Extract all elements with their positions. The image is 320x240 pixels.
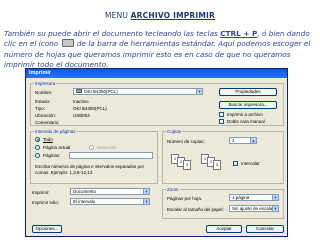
page-range-group-label: Intervalo de páginas (34, 129, 77, 134)
page-title: MENU ARCHIVO IMPRIMIR (104, 11, 216, 20)
chevron-down-icon: ▼ (272, 195, 278, 200)
print-only-label: Imprimir sólo: (32, 200, 60, 205)
range-hint: Escriba números de página e intervalos s… (35, 164, 145, 175)
copies-count-stepper[interactable]: 1 ▲ (229, 137, 257, 144)
dialog-title: Imprimir (26, 69, 287, 78)
printer-type-value: OKI B4350(PCL) (73, 106, 107, 111)
printer-location-value: USB004 (73, 113, 90, 118)
printer-type-label: Tipo: (35, 106, 45, 111)
print-to-file-checkbox[interactable] (219, 112, 224, 117)
chevron-down-icon: ▼ (143, 189, 149, 194)
scale-to-paper-select[interactable]: Sin ajuste de escala ▼ (229, 205, 279, 212)
printer-icon (76, 89, 82, 93)
printer-comment-label: Comentario: (35, 120, 60, 125)
range-all-radio[interactable] (35, 137, 40, 142)
chevron-down-icon: ▼ (143, 199, 149, 204)
print-what-select[interactable]: Documento ▼ (70, 188, 150, 195)
zoom-group-label: Zoom (166, 187, 180, 192)
pages-per-sheet-label: Páginas por hoja: (167, 196, 203, 201)
collate-page-icon: 3 (213, 160, 221, 170)
printer-name-label: Nombre: (35, 90, 53, 95)
copies-count-label: Número de copias: (167, 139, 205, 144)
find-printer-button[interactable]: Buscar impresora... (219, 101, 277, 109)
print-only-select[interactable]: El intervalo ▼ (70, 198, 150, 205)
stepper-arrows-icon: ▲ (250, 138, 256, 143)
range-all-label: Todo (43, 137, 53, 142)
copies-group: Copias Número de copias: 1 ▲ 1 2 3 1 2 3 … (162, 129, 284, 184)
pages-input[interactable] (69, 152, 153, 159)
ok-button[interactable]: Aceptar (206, 225, 242, 233)
keyboard-shortcut: CTRL + P (220, 29, 258, 38)
copies-group-label: Copias (166, 129, 183, 134)
printer-status-label: Estado: (35, 99, 51, 104)
scale-to-paper-label: Escalar al tamaño del papel: (167, 207, 224, 212)
printer-select[interactable]: OKI B4350(PCL) ▼ (73, 88, 203, 95)
collate-label: Intercalar (241, 161, 260, 166)
collate-checkbox[interactable]: ✓ (233, 161, 238, 166)
intro-paragraph: También su puede abrir el documento tecl… (4, 29, 311, 70)
range-current-label: Página actual (43, 145, 71, 150)
manual-duplex-checkbox[interactable] (219, 119, 224, 124)
properties-button[interactable]: Propiedades (219, 88, 277, 96)
cancel-button[interactable]: Cancelar (246, 225, 284, 233)
options-button[interactable]: Opciones... (32, 225, 62, 233)
range-pages-radio[interactable] (35, 153, 40, 158)
print-dialog: Imprimir Impresora Nombre: OKI B4350(PCL… (25, 68, 288, 237)
print-to-file-label: Imprimir a archivo (227, 112, 263, 117)
manual-duplex-label: Doble cara manual (227, 119, 265, 124)
printer-location-label: Ubicación: (35, 113, 57, 118)
range-selection-label: Selección (97, 145, 117, 150)
pages-per-sheet-select[interactable]: 1 página ▼ (229, 194, 279, 201)
printer-group: Impresora Nombre: OKI B4350(PCL) ▼ Estado… (30, 81, 284, 126)
zoom-group: Zoom Páginas por hoja: 1 página ▼ Escalar… (162, 187, 284, 219)
print-what-label: Imprimir: (32, 190, 50, 195)
page-range-group: Intervalo de páginas Todo Página actual … (30, 129, 158, 184)
range-current-radio[interactable] (35, 145, 40, 150)
printer-group-label: Impresora (34, 81, 57, 86)
range-pages-label: Páginas: (43, 153, 61, 158)
chevron-down-icon: ▼ (272, 206, 278, 211)
printer-status-value: Inactivo (73, 99, 89, 104)
collate-page-icon: 3 (183, 160, 191, 170)
range-selection-radio[interactable] (89, 145, 94, 150)
menu-highlight: ARCHIVO IMPRIMIR (130, 11, 216, 20)
chevron-down-icon: ▼ (196, 89, 202, 94)
print-icon (61, 39, 74, 48)
